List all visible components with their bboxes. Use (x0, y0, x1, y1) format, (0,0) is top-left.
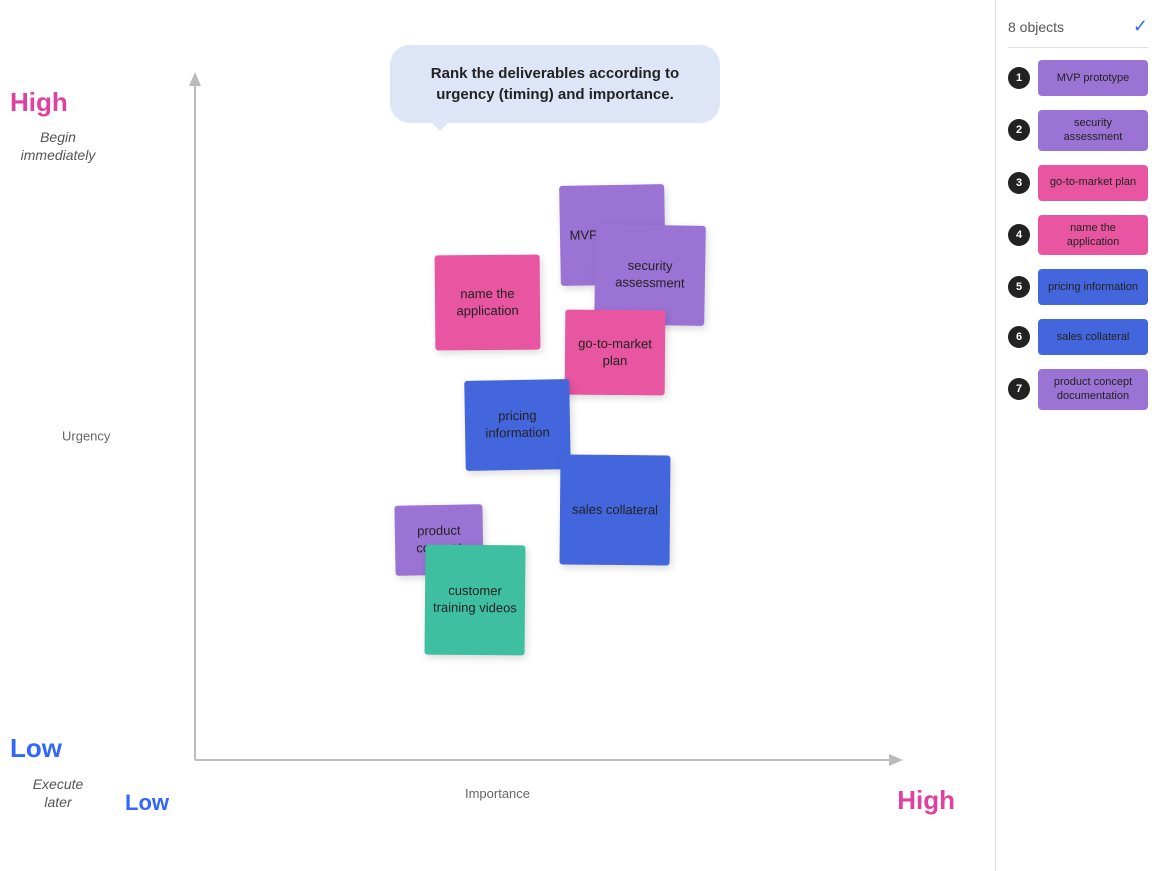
sidebar: 8 objects ✓ 1 MVP prototype 2 security asse… (995, 0, 1160, 871)
sidebar-item-4[interactable]: 4 name the application (1008, 215, 1148, 256)
sidebar-item-6[interactable]: 6 sales collateral (1008, 319, 1148, 355)
high-x-label: High (897, 785, 955, 816)
sidebar-items-list: 1 MVP prototype 2 security assessment 3 go-to… (1008, 60, 1148, 410)
importance-label: Importance (465, 786, 530, 801)
high-y-label: High (10, 88, 68, 117)
object-count: 8 objects (1008, 19, 1064, 35)
item-number-3: 3 (1008, 172, 1030, 194)
sidebar-header: 8 objects ✓ (1008, 16, 1148, 48)
sidebar-sticky-2: security assessment (1038, 110, 1148, 151)
sidebar-item-3[interactable]: 3 go-to-market plan (1008, 165, 1148, 201)
low-x-label: Low (125, 790, 169, 816)
speech-bubble: Rank the deliverables according to urgen… (390, 45, 720, 123)
sidebar-item-1[interactable]: 1 MVP prototype (1008, 60, 1148, 96)
sticky-training[interactable]: customer training videos (425, 545, 526, 656)
item-number-7: 7 (1008, 378, 1030, 400)
check-icon[interactable]: ✓ (1133, 16, 1148, 37)
sidebar-sticky-5: pricing information (1038, 269, 1148, 305)
high-y-sub-label: Beginimmediately (8, 128, 108, 164)
sidebar-sticky-4: name the application (1038, 215, 1148, 256)
item-number-2: 2 (1008, 119, 1030, 141)
sidebar-item-5[interactable]: 5 pricing information (1008, 269, 1148, 305)
sticky-goto[interactable]: go-to-market plan (565, 310, 666, 396)
item-number-5: 5 (1008, 276, 1030, 298)
sticky-name[interactable]: name the application (435, 255, 541, 351)
sidebar-item-2[interactable]: 2 security assessment (1008, 110, 1148, 151)
sticky-sales[interactable]: sales collateral (560, 455, 671, 566)
low-y-sub-label: Executelater (8, 775, 108, 811)
item-number-1: 1 (1008, 67, 1030, 89)
sidebar-sticky-1: MVP prototype (1038, 60, 1148, 96)
sidebar-item-7[interactable]: 7 product concept documentation (1008, 369, 1148, 410)
item-number-4: 4 (1008, 224, 1030, 246)
bubble-text: Rank the deliverables according to urgen… (431, 65, 679, 103)
urgency-label: Urgency (62, 428, 110, 443)
sidebar-sticky-6: sales collateral (1038, 319, 1148, 355)
chart-area: Rank the deliverables according to urgen… (0, 0, 995, 871)
low-y-label: Low (10, 734, 62, 763)
sticky-pricing[interactable]: pricing information (464, 379, 571, 471)
item-number-6: 6 (1008, 326, 1030, 348)
sidebar-sticky-7: product concept documentation (1038, 369, 1148, 410)
sidebar-sticky-3: go-to-market plan (1038, 165, 1148, 201)
